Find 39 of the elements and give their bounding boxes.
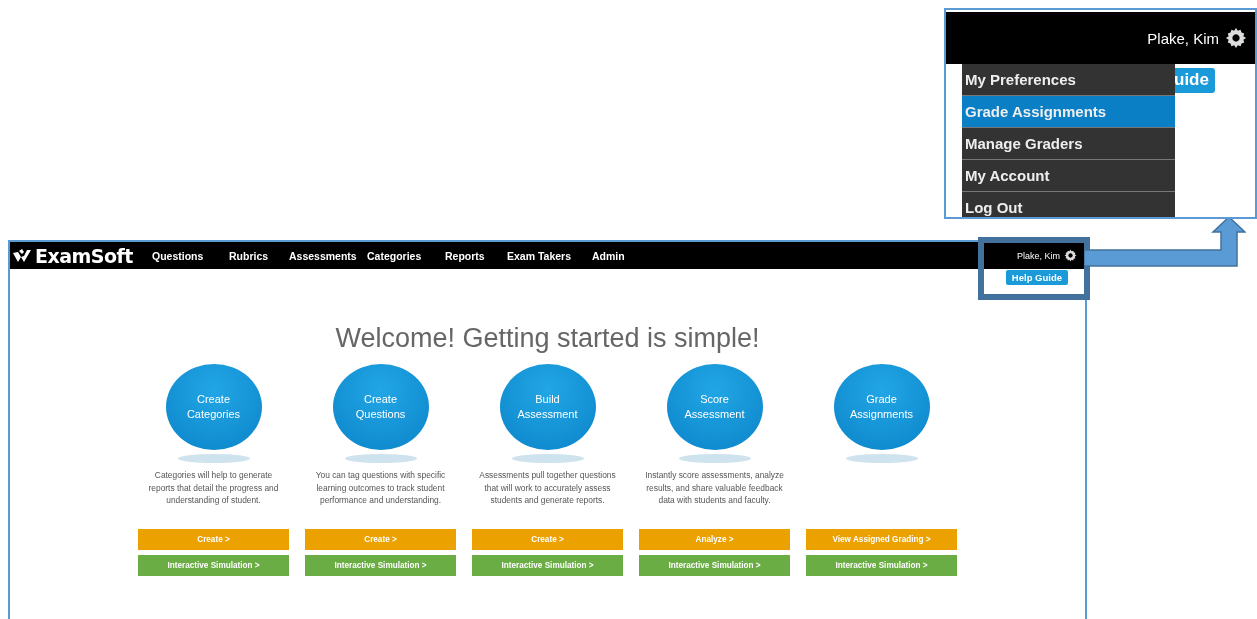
simulation-button[interactable]: Interactive Simulation > xyxy=(806,555,957,576)
simulation-button[interactable]: Interactive Simulation > xyxy=(138,555,289,576)
nav-link[interactable]: Exam Takers xyxy=(507,249,592,262)
user-name[interactable]: Plake, Kim xyxy=(1017,250,1060,261)
step-description: Instantly score assessments, analyze results, and share valuable feedback data with students and faculty. xyxy=(644,469,785,507)
simulation-button[interactable]: Interactive Simulation > xyxy=(472,555,623,576)
action-button[interactable]: Create > xyxy=(472,529,623,550)
settings-icon[interactable] xyxy=(1225,27,1247,49)
welcome-heading: Welcome! Getting started is simple! xyxy=(334,323,761,354)
step-circle[interactable]: Build Assessment xyxy=(499,364,596,450)
step-description: Assessments pull together questions that will work to accurately assess students and generate reports. xyxy=(478,469,617,507)
logo-text: ExamSoft xyxy=(35,244,133,267)
simulation-button[interactable]: Interactive Simulation > xyxy=(639,555,790,576)
simulation-button[interactable]: Interactive Simulation > xyxy=(305,555,456,576)
logo-icon xyxy=(12,247,32,264)
nav-link[interactable]: Categories xyxy=(367,249,445,262)
step-description: Categories will help to generate reports that detail the progress and understanding of student. xyxy=(147,469,280,507)
nav-link[interactable]: Questions xyxy=(152,249,229,262)
action-button[interactable]: View Assigned Grading > xyxy=(806,529,957,550)
step-circle[interactable]: Create Categories xyxy=(165,364,262,450)
help-guide-button[interactable]: Help Guide xyxy=(1005,270,1068,285)
step-description: You can tag questions with specific learning outcomes to track student performance and understanding. xyxy=(314,469,447,507)
step-circle[interactable]: Score Assessment xyxy=(666,364,763,450)
nav-link[interactable]: Reports xyxy=(445,249,507,262)
step-circle[interactable]: Grade Assignments xyxy=(833,364,930,450)
nav-link[interactable]: Admin xyxy=(592,249,625,262)
menu-item[interactable]: Log Out xyxy=(962,192,1175,217)
menu-item[interactable]: Manage Graders xyxy=(962,128,1175,160)
action-button[interactable]: Analyze > xyxy=(639,529,790,550)
nav-link[interactable]: Assessments xyxy=(289,249,367,262)
menu-item[interactable]: My Account xyxy=(962,160,1175,192)
user-name[interactable]: Plake, Kim xyxy=(1147,29,1219,47)
help-guide-button[interactable]: uide xyxy=(1174,68,1215,93)
step-circle[interactable]: Create Questions xyxy=(332,364,429,450)
action-button[interactable]: Create > xyxy=(305,529,456,550)
settings-icon[interactable] xyxy=(1064,249,1077,262)
menu-item[interactable]: Grade Assignments xyxy=(962,96,1175,128)
action-button[interactable]: Create > xyxy=(138,529,289,550)
nav-link[interactable]: Rubrics xyxy=(229,249,289,262)
